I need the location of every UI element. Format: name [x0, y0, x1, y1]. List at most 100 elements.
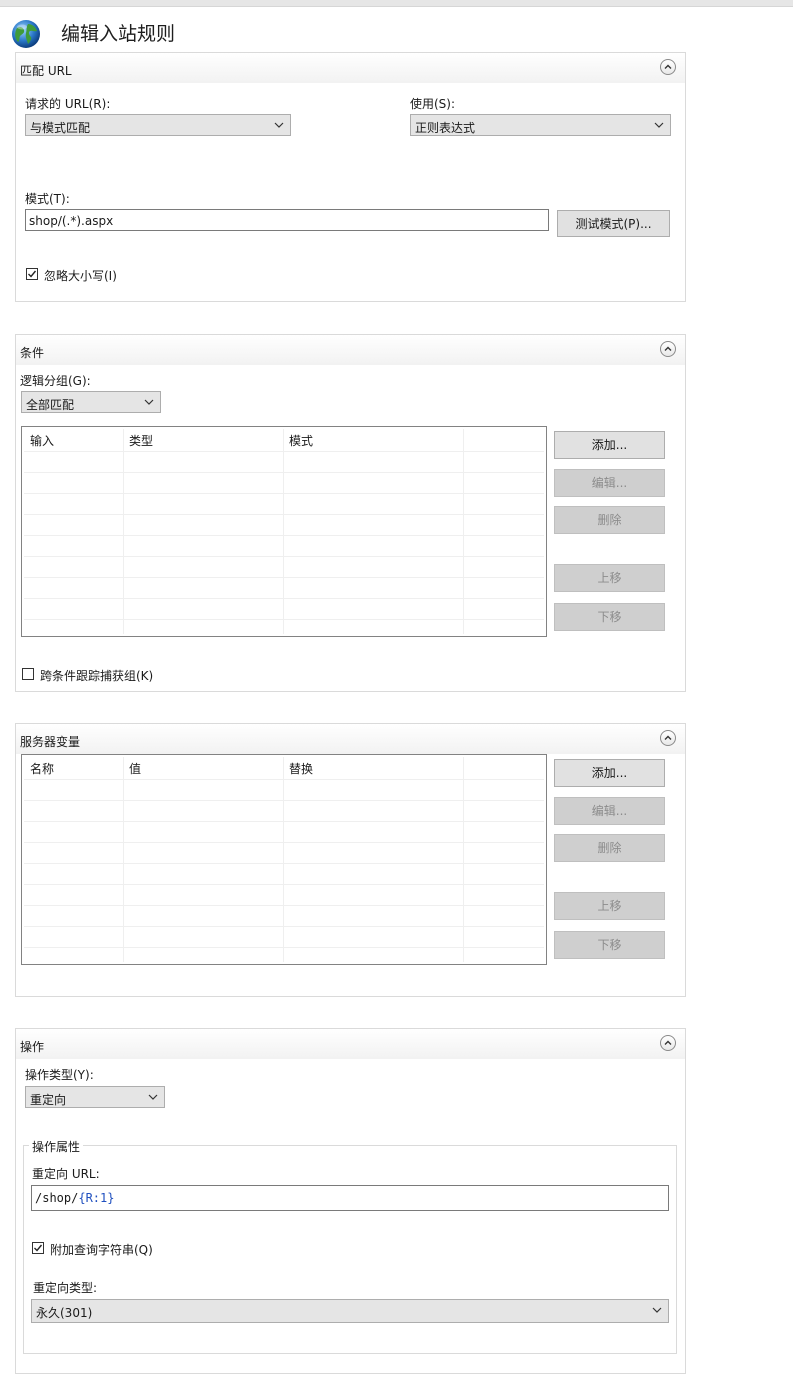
- panel-header: 条件: [16, 335, 685, 365]
- ignore-case-label: 忽略大小写(I): [44, 269, 117, 283]
- grid-divider: [123, 429, 124, 634]
- page-title: 编辑入站规则: [61, 23, 176, 45]
- column-header-input[interactable]: 输入: [30, 432, 54, 449]
- chevron-up-icon: [664, 346, 672, 351]
- track-capture-label: 跨条件跟踪捕获组(K): [40, 669, 154, 683]
- grid-row-line: [24, 863, 544, 864]
- top-strip: [0, 0, 793, 7]
- select-value: 重定向: [30, 1093, 67, 1107]
- section-title: 条件: [20, 346, 45, 360]
- select-value: 与模式匹配: [30, 121, 91, 135]
- grid-row-line: [24, 514, 544, 515]
- column-header-replace[interactable]: 替换: [289, 760, 313, 777]
- chevron-down-icon: [144, 399, 154, 405]
- grid-row-line: [24, 779, 544, 780]
- requested-url-select[interactable]: 与模式匹配: [25, 114, 291, 136]
- action-panel: 操作 操作类型(Y): 重定向 操作属性 重定向 URL: /shop/{R:1…: [15, 1028, 686, 1374]
- checkmark-icon: [34, 1244, 43, 1252]
- collapse-button[interactable]: [660, 730, 676, 746]
- redirect-type-label: 重定向类型:: [33, 1281, 98, 1295]
- grid-divider: [123, 757, 124, 962]
- action-type-label: 操作类型(Y):: [25, 1068, 94, 1082]
- column-header-pattern[interactable]: 模式: [289, 432, 313, 449]
- column-header-value[interactable]: 值: [129, 760, 141, 777]
- redirect-url-input[interactable]: /shop/{R:1}: [31, 1185, 669, 1211]
- grid-row-line: [24, 800, 544, 801]
- conditions-grid[interactable]: 输入 类型 模式: [21, 426, 547, 637]
- pattern-input[interactable]: shop/(.*).aspx: [25, 209, 549, 231]
- grid-row-line: [24, 842, 544, 843]
- using-select[interactable]: 正则表达式: [410, 114, 671, 136]
- server-variables-panel: 服务器变量 名称 值 替换 添加... 编辑... 删除 上移 下移: [15, 723, 686, 997]
- collapse-button[interactable]: [660, 341, 676, 357]
- grid-divider: [463, 429, 464, 634]
- logical-grouping-select[interactable]: 全部匹配: [21, 391, 161, 413]
- chevron-up-icon: [664, 735, 672, 740]
- grid-row-line: [24, 472, 544, 473]
- logical-grouping-label: 逻辑分组(G):: [20, 374, 91, 388]
- select-value: 正则表达式: [415, 121, 476, 135]
- redirect-url-token: {R:1}: [78, 1191, 115, 1205]
- delete-variable-button[interactable]: 删除: [554, 834, 665, 862]
- edit-variable-button[interactable]: 编辑...: [554, 797, 665, 825]
- chevron-up-icon: [664, 1040, 672, 1045]
- group-title: 操作属性: [29, 1138, 84, 1155]
- redirect-url-prefix: /shop/: [35, 1191, 79, 1205]
- track-capture-checkbox[interactable]: [22, 668, 34, 680]
- match-url-panel: 匹配 URL 请求的 URL(R): 与模式匹配 使用(S): 正则表达式 模式…: [15, 52, 686, 302]
- grid-row-line: [24, 493, 544, 494]
- move-up-condition-button[interactable]: 上移: [554, 564, 665, 592]
- test-pattern-button[interactable]: 测试模式(P)...: [557, 210, 670, 237]
- grid-row-line: [24, 535, 544, 536]
- section-title: 服务器变量: [20, 735, 81, 749]
- grid-row-line: [24, 619, 544, 620]
- globe-icon: [11, 19, 41, 49]
- section-title: 匹配 URL: [20, 64, 72, 78]
- collapse-button[interactable]: [660, 59, 676, 75]
- grid-row-line: [24, 884, 544, 885]
- chevron-up-icon: [664, 64, 672, 69]
- panel-header: 服务器变量: [16, 724, 685, 754]
- delete-condition-button[interactable]: 删除: [554, 506, 665, 534]
- grid-row-line: [24, 451, 544, 452]
- chevron-down-icon: [654, 122, 664, 128]
- action-properties-group: 操作属性 重定向 URL: /shop/{R:1} 附加查询字符串(Q) 重定向…: [23, 1138, 677, 1354]
- select-value: 永久(301): [36, 1306, 93, 1320]
- ignore-case-checkbox[interactable]: [26, 268, 38, 280]
- input-value: shop/(.*).aspx: [29, 214, 114, 228]
- move-down-condition-button[interactable]: 下移: [554, 603, 665, 631]
- chevron-down-icon: [652, 1307, 662, 1313]
- column-header-name[interactable]: 名称: [30, 760, 54, 777]
- chevron-down-icon: [148, 1094, 158, 1100]
- input-value: /shop/{R:1}: [35, 1191, 114, 1205]
- chevron-down-icon: [274, 122, 284, 128]
- grid-row-line: [24, 947, 544, 948]
- grid-divider: [283, 757, 284, 962]
- requested-url-label: 请求的 URL(R):: [25, 97, 111, 111]
- add-condition-button[interactable]: 添加...: [554, 431, 665, 459]
- grid-divider: [283, 429, 284, 634]
- grid-row-line: [24, 905, 544, 906]
- grid-row-line: [24, 556, 544, 557]
- section-title: 操作: [20, 1040, 45, 1054]
- append-query-checkbox[interactable]: [32, 1242, 44, 1254]
- collapse-button[interactable]: [660, 1035, 676, 1051]
- panel-header: 操作: [16, 1029, 685, 1059]
- edit-condition-button[interactable]: 编辑...: [554, 469, 665, 497]
- select-value: 全部匹配: [26, 398, 75, 412]
- column-header-type[interactable]: 类型: [129, 432, 153, 449]
- pattern-label: 模式(T):: [25, 192, 70, 206]
- add-variable-button[interactable]: 添加...: [554, 759, 665, 787]
- using-label: 使用(S):: [410, 97, 456, 111]
- action-type-select[interactable]: 重定向: [25, 1086, 165, 1108]
- checkmark-icon: [28, 270, 37, 278]
- grid-row-line: [24, 821, 544, 822]
- server-variables-grid[interactable]: 名称 值 替换: [21, 754, 547, 965]
- move-up-variable-button[interactable]: 上移: [554, 892, 665, 920]
- redirect-type-select[interactable]: 永久(301): [31, 1299, 669, 1323]
- grid-divider: [463, 757, 464, 962]
- grid-row-line: [24, 598, 544, 599]
- grid-row-line: [24, 577, 544, 578]
- move-down-variable-button[interactable]: 下移: [554, 931, 665, 959]
- append-query-label: 附加查询字符串(Q): [50, 1243, 153, 1257]
